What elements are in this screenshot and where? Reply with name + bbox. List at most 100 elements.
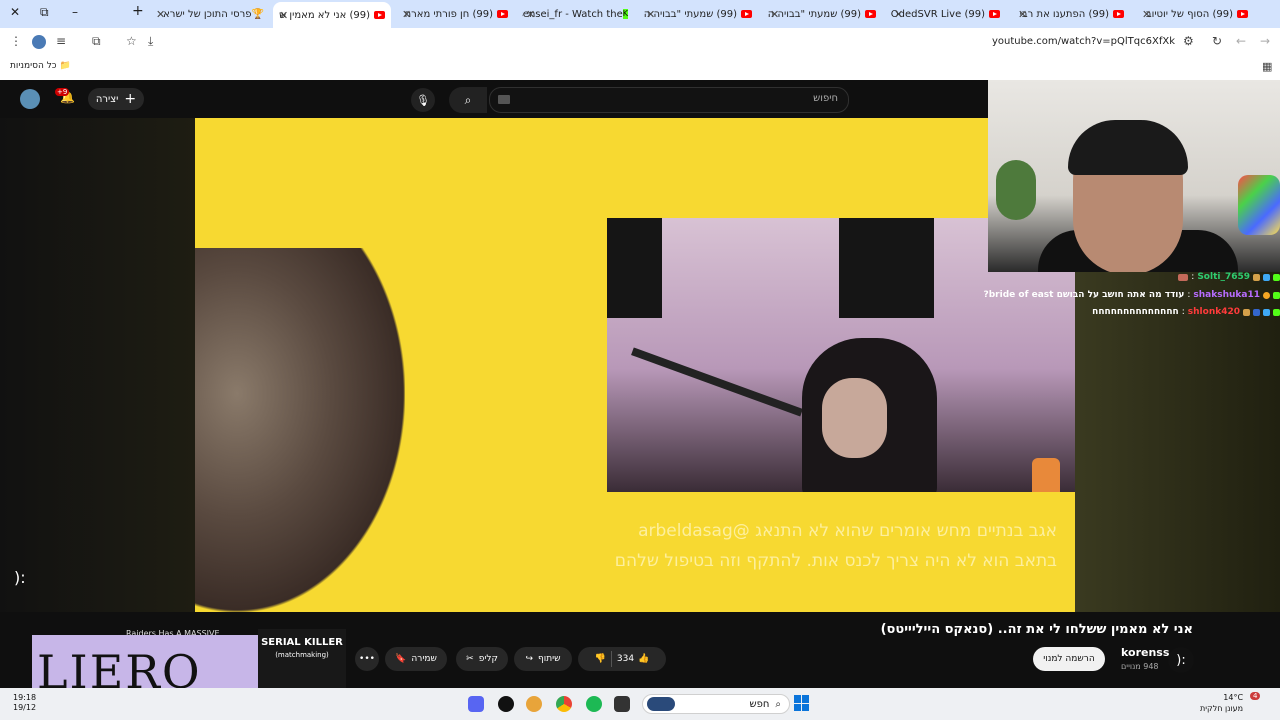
close-tab-icon[interactable]: ✕: [1018, 8, 1027, 21]
clip-button[interactable]: קליפ ✂: [456, 647, 508, 671]
clip-label: קליפ: [478, 654, 498, 664]
bookmark-star-icon[interactable]: ☆: [126, 34, 137, 48]
streamer-face: [822, 378, 887, 458]
profile-avatar-icon[interactable]: [32, 35, 46, 49]
like-button[interactable]: 👍 334: [617, 654, 649, 664]
coin-badge-icon: [1263, 291, 1270, 299]
thumbnail-title: SERIAL KILLER: [261, 637, 343, 648]
windows-start-icon[interactable]: [794, 695, 810, 711]
youtube-icon: [989, 10, 1000, 18]
create-button[interactable]: יצירה +: [88, 88, 144, 110]
kick-icon: K: [622, 9, 628, 19]
close-window-icon[interactable]: ✕: [10, 5, 20, 19]
tab-label: (99) הפתענו את רבי: [1019, 8, 1109, 20]
close-tab-icon[interactable]: ✕: [156, 8, 165, 21]
all-bookmarks-label: כל הסימניות: [10, 61, 57, 71]
obs-icon[interactable]: [498, 696, 514, 712]
youtube-icon: [741, 10, 752, 18]
tab-3[interactable]: ✕ (99) OdedSVR Live: [890, 4, 1006, 24]
extensions-icon[interactable]: ⧉: [92, 34, 101, 49]
close-tab-icon[interactable]: ✕: [646, 8, 655, 21]
reload-icon[interactable]: ↻: [1212, 34, 1222, 48]
file-explorer-icon[interactable]: [614, 696, 630, 712]
chat-username: Solti_7659: [1197, 272, 1250, 282]
apps-grid-icon[interactable]: ▦: [1262, 60, 1272, 73]
share-button[interactable]: שיתוף ↪: [514, 647, 572, 671]
video-info-bar: אני לא מאמין ששלחו לי את זה.. (סנאקס היי…: [0, 612, 1280, 715]
close-tab-icon[interactable]: ✕: [526, 8, 535, 21]
taskbar-clock[interactable]: 19:18 19/12: [13, 693, 36, 713]
restore-window-icon[interactable]: ⧉: [40, 5, 49, 20]
more-actions-button[interactable]: •••: [355, 647, 379, 671]
reading-list-icon[interactable]: ≡: [56, 34, 66, 48]
weather-desc: מעונן חלקית: [1200, 704, 1244, 713]
search-highlight-icon: [647, 697, 675, 711]
install-app-icon[interactable]: ⤓: [148, 34, 153, 49]
save-button[interactable]: שמירה 🔖: [385, 647, 447, 671]
chat-colon: :: [1181, 307, 1185, 317]
tab-9[interactable]: ✕ 🏆 פרסי התוכן של ישרא: [152, 4, 270, 24]
voice-search-mic-icon[interactable]: 🎙: [411, 88, 435, 112]
tab-7[interactable]: ✕ (99) חן פורתי מארח: [398, 4, 514, 24]
share-label: שיתוף: [538, 654, 561, 664]
share-icon: ↪: [525, 654, 534, 664]
menu-dots-icon[interactable]: ⋮: [10, 34, 22, 48]
close-tab-icon[interactable]: ✕: [770, 8, 779, 21]
tab-label: פרסי התוכן של ישרא: [163, 8, 252, 20]
chat-line: Solti_7659 :: [1178, 272, 1280, 282]
kick-badge-icon: [1273, 308, 1280, 316]
site-settings-icon[interactable]: ⚙: [1183, 34, 1194, 48]
taskbar-search[interactable]: ⌕ חפש: [642, 694, 790, 714]
spotify-icon[interactable]: [586, 696, 602, 712]
thumbs-up-icon: 👍: [638, 654, 650, 664]
taskbar-search-label: חפש: [749, 698, 770, 710]
minimize-window-icon[interactable]: –: [72, 5, 78, 19]
next-video-thumbnail[interactable]: SERIAL KILLER (matchmaking): [258, 629, 346, 689]
youtube-icon: [1237, 10, 1248, 18]
clock-time: 19:18: [13, 693, 37, 702]
address-bar-url[interactable]: youtube.com/watch?v=pQlTqc6XfXk: [992, 36, 1175, 47]
thumbnail-subtitle: (matchmaking): [275, 651, 329, 659]
all-bookmarks-button[interactable]: 📁 כל הסימניות: [10, 61, 71, 71]
chat-message: חחחחחחחחחחחחחח: [1092, 307, 1179, 317]
shield-badge-icon: [1253, 308, 1260, 316]
close-tab-icon[interactable]: ✕: [279, 9, 288, 22]
back-icon[interactable]: →: [1260, 34, 1270, 48]
channel-name[interactable]: korenss: [1121, 646, 1169, 659]
dislike-button[interactable]: 👎: [595, 654, 606, 664]
tab-5[interactable]: ✕ (99) שמעתי "בבויה ה: [642, 4, 758, 24]
chrome-icon[interactable]: [556, 696, 572, 712]
close-tab-icon[interactable]: ✕: [402, 8, 411, 21]
emote-icon: [1178, 273, 1189, 281]
weather-widget[interactable]: 14°C מעונן חלקית: [1200, 692, 1243, 714]
like-count: 334: [616, 654, 635, 664]
gem-badge-icon: [1263, 273, 1270, 281]
keyboard-icon[interactable]: [498, 95, 510, 104]
notifications-badge: +9: [55, 88, 70, 96]
sword-badge-icon: [1243, 308, 1250, 316]
account-avatar[interactable]: [20, 89, 40, 109]
tab-8-active[interactable]: ✕ (99) אני לא מאמין ש: [273, 2, 391, 28]
new-tab-button[interactable]: +: [132, 3, 144, 19]
tab-6[interactable]: ✕ K sensei_fr - Watch the: [522, 4, 634, 24]
browser-toolbar: ⋮ ≡ ⧉ ☆ ⤓ youtube.com/watch?v=pQlTqc6XfX…: [0, 28, 1280, 56]
channel-subscribers: 948 מנויים: [1121, 662, 1159, 671]
channel-avatar[interactable]: ):: [1168, 647, 1194, 673]
subscribe-button[interactable]: הרשמה למנוי: [1033, 647, 1105, 671]
tab-2[interactable]: ✕ (99) הפתענו את רבי: [1014, 4, 1130, 24]
search-input[interactable]: חיפוש: [489, 87, 849, 113]
tab-4[interactable]: ✕ (99) שמעתי "בבויה ה: [766, 4, 882, 24]
forward-icon[interactable]: ←: [1236, 34, 1246, 48]
search-button[interactable]: ⌕: [449, 87, 487, 113]
browser-tab-strip: ✕ ⧉ – + ✕ 🏆 פרסי התוכן של ישרא ✕ (99) אנ…: [0, 0, 1280, 28]
video-sad-face-text: ):: [14, 568, 26, 587]
app-icon[interactable]: [526, 696, 542, 712]
plant: [996, 160, 1036, 220]
tab-1[interactable]: ✕ (99) הסוף של יוטיוב: [1138, 4, 1254, 24]
taskbar-search-icon: ⌕: [775, 698, 781, 710]
chat-line: shlonk420 : חחחחחחחחחחחחחח: [1092, 307, 1280, 317]
discord-icon[interactable]: [468, 696, 484, 712]
close-tab-icon[interactable]: ✕: [1142, 8, 1151, 21]
close-tab-icon[interactable]: ✕: [894, 8, 903, 21]
webcam-headphones: [1068, 120, 1188, 175]
